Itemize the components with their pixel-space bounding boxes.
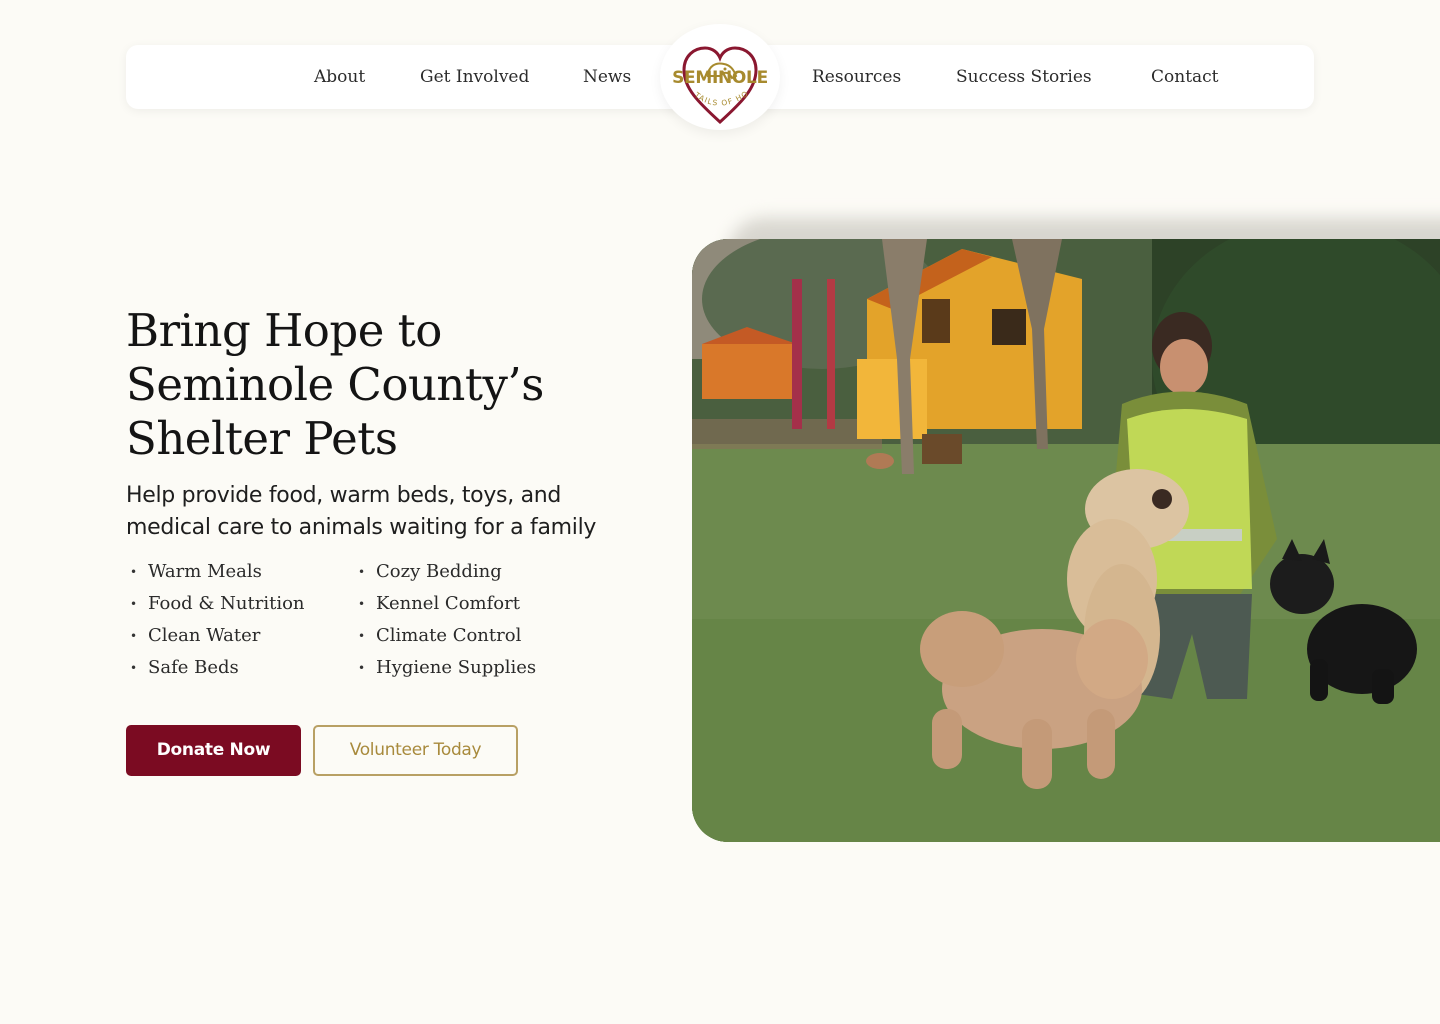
hero-title-line: Shelter Pets [126,412,398,465]
feature-item: • Safe Beds [126,652,305,684]
feature-label: Climate Control [376,625,522,646]
nav-link-success-stories[interactable]: Success Stories [956,45,1092,109]
bullet-icon: • [358,565,366,579]
feature-list-right: • Cozy Bedding • Kennel Comfort • Climate C… [354,556,536,684]
volunteer-with-dogs-illustration [692,239,1440,842]
bullet-icon: • [358,597,366,611]
feature-item: • Cozy Bedding [354,556,536,588]
feature-label: Hygiene Supplies [376,657,537,678]
feature-label: Safe Beds [148,657,239,678]
volunteer-today-button[interactable]: Volunteer Today [313,725,518,776]
hero-title: Bring Hope to Seminole County’s Shelter … [126,304,666,466]
hero-title-line: Bring Hope to [126,304,442,357]
bullet-icon: • [358,661,366,675]
hero-subtitle: Help provide food, warm beds, toys, and … [126,480,646,544]
hero-subtitle-line: Help provide food, warm beds, toys, and [126,483,562,508]
feature-label: Warm Meals [148,561,262,582]
feature-list-left: • Warm Meals • Food & Nutrition • Clean Wat… [126,556,305,684]
bullet-icon: • [130,597,138,611]
feature-item: • Clean Water [126,620,305,652]
nav-link-resources[interactable]: Resources [812,45,901,109]
nav-link-about[interactable]: About [314,45,365,109]
donate-now-button[interactable]: Donate Now [126,725,301,776]
hero-title-line: Seminole County’s [126,358,544,411]
nav-link-contact[interactable]: Contact [1151,45,1219,109]
bullet-icon: • [130,629,138,643]
logo-tagline: TAILS OF HOPE [660,24,750,108]
nav-link-news[interactable]: News [583,45,631,109]
hero-photo [692,239,1440,842]
feature-item: • Hygiene Supplies [354,652,536,684]
feature-label: Food & Nutrition [148,593,305,614]
feature-item: • Kennel Comfort [354,588,536,620]
hero-subtitle-line: medical care to animals waiting for a fa… [126,515,597,540]
feature-label: Kennel Comfort [376,593,520,614]
feature-label: Clean Water [148,625,261,646]
feature-item: • Food & Nutrition [126,588,305,620]
bullet-icon: • [130,565,138,579]
feature-item: • Climate Control [354,620,536,652]
nav-link-get-involved[interactable]: Get Involved [420,45,529,109]
bullet-icon: • [130,661,138,675]
feature-label: Cozy Bedding [376,561,502,582]
bullet-icon: • [358,629,366,643]
site-logo[interactable]: SEMINOLE TAILS OF HOPE [660,24,780,130]
feature-item: • Warm Meals [126,556,305,588]
svg-text:TAILS OF HOPE: TAILS OF HOPE [660,24,750,108]
